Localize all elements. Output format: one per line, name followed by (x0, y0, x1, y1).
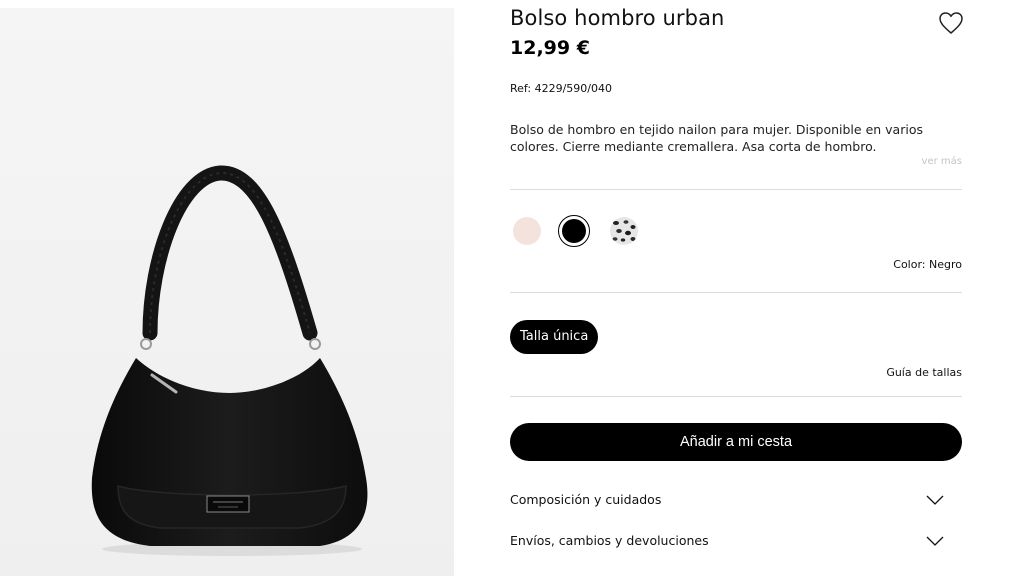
divider (510, 292, 962, 293)
size-guide-link[interactable]: Guía de tallas (886, 366, 962, 379)
accordion-label: Composición y cuidados (510, 492, 662, 507)
chevron-down-icon (926, 495, 944, 505)
see-more-link[interactable]: ver más (922, 156, 962, 167)
product-info-panel: Bolso hombro urban 12,99 € Ref: 4229/590… (510, 0, 964, 576)
add-to-cart-button[interactable]: Añadir a mi cesta (510, 423, 962, 461)
chevron-down-icon (926, 536, 944, 546)
bag-illustration (0, 8, 454, 576)
accordion-shipping-returns[interactable]: Envíos, cambios y devoluciones (510, 531, 962, 553)
selected-color-label: Color: Negro (893, 258, 962, 271)
product-price: 12,99 € (510, 37, 590, 59)
color-selected-name: Negro (929, 258, 962, 271)
leopard-pattern-icon (610, 217, 638, 245)
color-swatch-beige[interactable] (511, 215, 543, 247)
product-description: Bolso de hombro en tejido nailon para mu… (510, 122, 923, 154)
heart-icon[interactable] (938, 11, 964, 35)
accordion-label: Envíos, cambios y devoluciones (510, 533, 709, 548)
divider (510, 396, 962, 397)
product-reference: Ref: 4229/590/040 (510, 82, 612, 95)
color-label-prefix: Color: (893, 258, 926, 271)
color-swatch-leopard[interactable] (608, 215, 640, 247)
product-image[interactable] (0, 8, 454, 576)
product-title: Bolso hombro urban (510, 6, 725, 30)
size-option-one-size[interactable]: Talla única (510, 320, 599, 354)
divider (510, 189, 962, 190)
color-swatch-black-selected[interactable] (558, 215, 590, 247)
accordion-composition[interactable]: Composición y cuidados (510, 490, 962, 512)
